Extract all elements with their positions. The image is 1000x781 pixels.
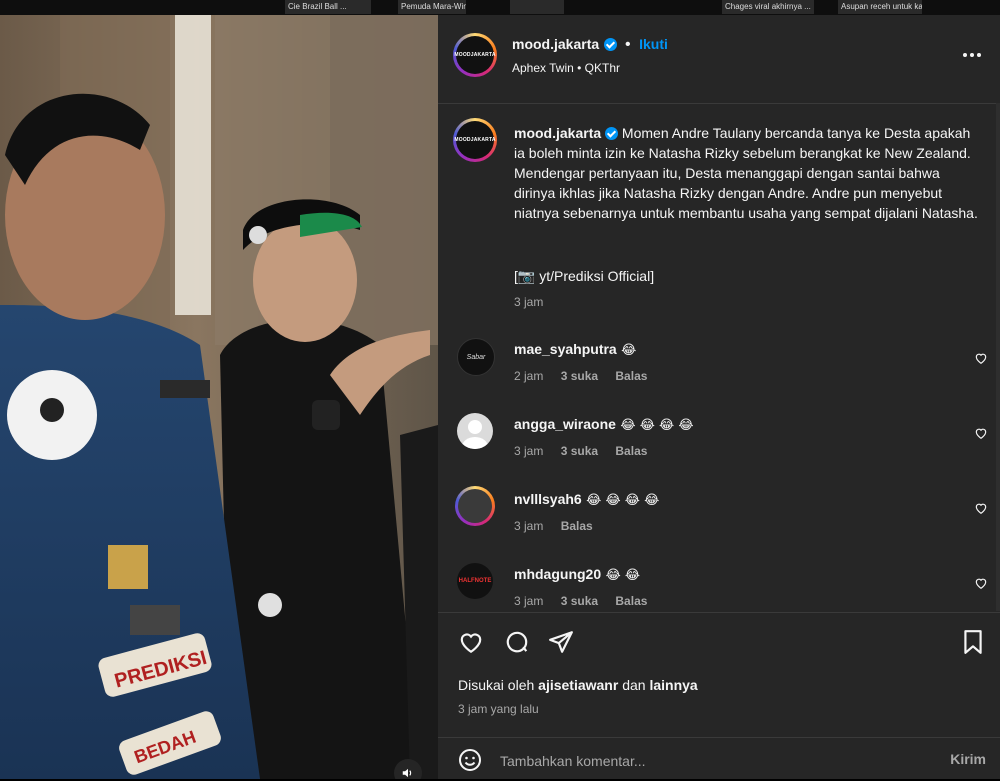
post-actions: Disukai oleh ajisetiawanr dan lainnya 3 … bbox=[438, 612, 1000, 780]
comment-time[interactable]: 3 jam bbox=[514, 444, 543, 458]
comment-text: 😂 😂 😂 😂 bbox=[586, 493, 660, 508]
comment-reply-button[interactable]: Balas bbox=[615, 594, 647, 608]
thumbnail-3[interactable] bbox=[510, 0, 564, 14]
caption-username[interactable]: mood.jakarta bbox=[514, 125, 601, 141]
comment-item: angga_wiraone 😂 😂 😂 😂 3 jam 3 suka Balas bbox=[438, 408, 1000, 483]
default-user-icon bbox=[462, 420, 488, 449]
comment-username[interactable]: nvlllsyah6 bbox=[514, 491, 582, 507]
post-video[interactable]: PREDIKSI BEDAH bbox=[0, 15, 438, 779]
caption-body: mood.jakarta Momen Andre Taulany bercand… bbox=[514, 123, 984, 223]
comment-avatar[interactable] bbox=[455, 486, 495, 526]
add-comment-bar: Kirim bbox=[438, 737, 1000, 781]
like-heart-icon[interactable] bbox=[458, 629, 484, 655]
post-panel: MOODJAKARTA mood.jakarta • Ikuti Aphex T… bbox=[438, 15, 1000, 779]
share-send-icon[interactable] bbox=[548, 629, 574, 655]
follow-button[interactable]: Ikuti bbox=[639, 36, 668, 52]
comment-like-heart-icon[interactable] bbox=[974, 501, 988, 515]
separator-dot: • bbox=[625, 36, 631, 53]
liked-by-prefix: Disukai oleh bbox=[458, 677, 535, 693]
emoji-icon[interactable] bbox=[458, 748, 482, 772]
thumbnail-2[interactable]: Pemuda Mara-Win... bbox=[398, 0, 466, 14]
caption-avatar-logo-text: MOODJAKARTA bbox=[454, 121, 495, 159]
comment-time[interactable]: 2 jam bbox=[514, 369, 543, 383]
comment-time[interactable]: 3 jam bbox=[514, 594, 543, 608]
comment-username[interactable]: angga_wiraone bbox=[514, 416, 616, 432]
speaker-icon bbox=[402, 768, 412, 778]
audio-link[interactable]: Aphex Twin • QKThr bbox=[512, 61, 620, 75]
comment-like-heart-icon[interactable] bbox=[974, 576, 988, 590]
thumbnail-5[interactable]: Asupan receh untuk kalian... bbox=[838, 0, 922, 14]
comment-like-heart-icon[interactable] bbox=[974, 426, 988, 440]
comment-reply-button[interactable]: Balas bbox=[561, 519, 593, 533]
comment-text: 😂 😂 😂 😂 bbox=[620, 418, 694, 433]
liked-by-and: dan bbox=[622, 677, 646, 693]
caption-credit: [📷 yt/Prediksi Official] bbox=[514, 268, 655, 284]
comment-text: 😂 bbox=[621, 343, 637, 358]
caption-avatar[interactable]: MOODJAKARTA bbox=[453, 118, 497, 162]
comment-likes[interactable]: 3 suka bbox=[561, 444, 598, 458]
send-button[interactable]: Kirim bbox=[950, 751, 986, 767]
liked-by-user[interactable]: ajisetiawanr bbox=[538, 677, 618, 693]
comment-avatar[interactable]: HALFNOTE bbox=[457, 563, 493, 599]
comment-reply-button[interactable]: Balas bbox=[615, 444, 647, 458]
caption-verified-icon bbox=[605, 127, 619, 140]
liked-by: Disukai oleh ajisetiawanr dan lainnya bbox=[458, 677, 698, 693]
caption: MOODJAKARTA mood.jakarta Momen Andre Tau… bbox=[438, 103, 1000, 318]
thumbnail-4[interactable]: Chages viral akhirnya ... bbox=[722, 0, 814, 14]
post-header: MOODJAKARTA mood.jakarta • Ikuti Aphex T… bbox=[438, 15, 1000, 104]
mute-button[interactable] bbox=[394, 759, 422, 779]
video-frame: PREDIKSI BEDAH bbox=[0, 15, 438, 779]
comment-username[interactable]: mhdagung20 bbox=[514, 566, 601, 582]
account-avatar[interactable]: MOODJAKARTA bbox=[453, 33, 497, 77]
caption-time[interactable]: 3 jam bbox=[514, 295, 543, 309]
top-thumbnail-strip: Cie Brazil Ball ... Pemuda Mara-Win... C… bbox=[0, 0, 1000, 15]
comment-like-heart-icon[interactable] bbox=[974, 351, 988, 365]
comment-bubble-icon[interactable] bbox=[504, 629, 530, 655]
account-username[interactable]: mood.jakarta bbox=[512, 36, 599, 52]
comment-avatar-image bbox=[458, 489, 492, 523]
thumbnail-1[interactable]: Cie Brazil Ball ... bbox=[285, 0, 371, 14]
more-horizontal-icon bbox=[963, 53, 981, 57]
comment-avatar[interactable] bbox=[457, 413, 493, 449]
verified-badge-icon bbox=[603, 38, 617, 51]
comments-scrollbar[interactable] bbox=[996, 103, 1000, 611]
comment-item: nvlllsyah6 😂 😂 😂 😂 3 jam Balas bbox=[438, 483, 1000, 558]
comment-time[interactable]: 3 jam bbox=[514, 519, 543, 533]
post-timestamp[interactable]: 3 jam yang lalu bbox=[458, 702, 539, 716]
avatar-logo-text: MOODJAKARTA bbox=[454, 36, 495, 74]
more-options-button[interactable] bbox=[962, 45, 982, 63]
comment-item: Sabar mae_syahputra 😂 2 jam 3 suka Balas bbox=[438, 333, 1000, 408]
bookmark-icon[interactable] bbox=[962, 629, 984, 655]
header-title-row: mood.jakarta • Ikuti bbox=[512, 36, 668, 54]
liked-by-others[interactable]: lainnya bbox=[649, 677, 697, 693]
comment-text: 😂 😂 bbox=[605, 568, 641, 583]
comment-likes[interactable]: 3 suka bbox=[561, 594, 598, 608]
comment-username[interactable]: mae_syahputra bbox=[514, 341, 617, 357]
comment-input[interactable] bbox=[498, 749, 902, 773]
comment-avatar[interactable]: Sabar bbox=[457, 338, 495, 376]
comment-reply-button[interactable]: Balas bbox=[615, 369, 647, 383]
comment-likes[interactable]: 3 suka bbox=[561, 369, 598, 383]
